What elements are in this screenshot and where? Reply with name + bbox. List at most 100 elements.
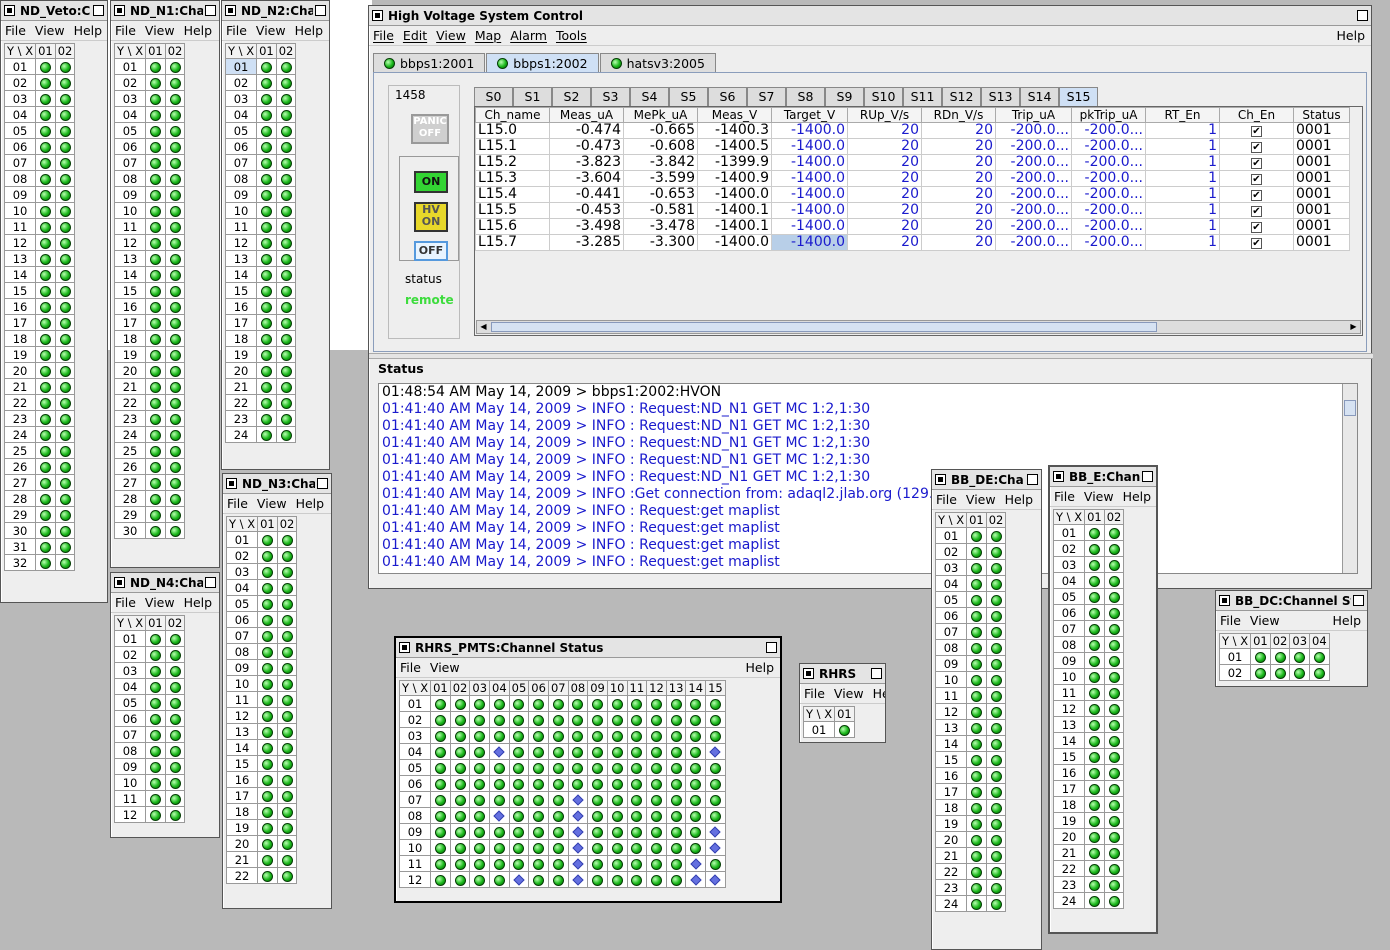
- channel-ok-icon[interactable]: [261, 822, 273, 834]
- grid-row-label[interactable]: 20: [1052, 828, 1086, 845]
- grid-cell[interactable]: [145, 646, 166, 663]
- grid-cell[interactable]: [966, 719, 987, 736]
- grid-cell[interactable]: [469, 807, 491, 824]
- window-menu-icon[interactable]: [225, 5, 236, 16]
- grid-row-label[interactable]: 08: [934, 639, 968, 656]
- channel-ok-icon[interactable]: [149, 665, 161, 677]
- grid-row-label[interactable]: 17: [1052, 780, 1086, 797]
- channel-ok-icon[interactable]: [552, 730, 564, 742]
- grid-cell[interactable]: [276, 819, 298, 836]
- grid-cell[interactable]: [275, 314, 297, 331]
- grid-row-label[interactable]: 02: [1218, 664, 1252, 681]
- grid-cell[interactable]: [35, 346, 56, 363]
- grid-cell[interactable]: [626, 695, 648, 712]
- grid-cell[interactable]: [35, 474, 56, 491]
- channel-ok-icon[interactable]: [280, 189, 292, 201]
- grid-cell[interactable]: [646, 855, 667, 872]
- channel-ok-icon[interactable]: [990, 866, 1002, 878]
- grid-cell[interactable]: [567, 743, 589, 760]
- channel-ok-icon[interactable]: [552, 778, 564, 790]
- hv-window-titlebar[interactable]: High Voltage System Control: [369, 6, 1371, 26]
- grid-cell[interactable]: [489, 711, 510, 728]
- grid-cell[interactable]: [547, 695, 569, 712]
- grid-cell[interactable]: [626, 871, 648, 888]
- channel-ok-icon[interactable]: [474, 874, 486, 886]
- grid-cell[interactable]: [257, 835, 278, 852]
- channel-ok-icon[interactable]: [970, 802, 982, 814]
- channel-warning-icon[interactable]: [709, 746, 722, 758]
- grid-cell[interactable]: [449, 855, 471, 872]
- channel-ok-icon[interactable]: [280, 157, 292, 169]
- channel-ok-icon[interactable]: [1108, 735, 1120, 747]
- cell-pktrip[interactable]: -200.0...: [1071, 218, 1146, 235]
- grid-cell[interactable]: [966, 783, 987, 800]
- grid-cell[interactable]: [145, 662, 166, 679]
- grid-cell[interactable]: [508, 855, 530, 872]
- grid-cell[interactable]: [145, 186, 166, 203]
- channel-ok-icon[interactable]: [709, 698, 721, 710]
- channel-ok-icon[interactable]: [552, 714, 564, 726]
- grid-cell[interactable]: [35, 314, 56, 331]
- grid-cell[interactable]: [606, 743, 628, 760]
- channel-warning-icon[interactable]: [709, 874, 722, 886]
- channel-ok-icon[interactable]: [169, 365, 181, 377]
- grid-cell[interactable]: [35, 122, 56, 139]
- grid-cell[interactable]: [685, 775, 707, 792]
- channel-ok-icon[interactable]: [59, 429, 71, 441]
- channel-ok-icon[interactable]: [169, 413, 181, 425]
- channel-ok-icon[interactable]: [169, 665, 181, 677]
- grid-cell[interactable]: [606, 775, 628, 792]
- grid-cell[interactable]: [257, 675, 278, 692]
- channel-ok-icon[interactable]: [1108, 831, 1120, 843]
- channel-ok-icon[interactable]: [59, 173, 71, 185]
- cell-target_v[interactable]: -1400.0: [771, 154, 848, 171]
- channel-ok-icon[interactable]: [169, 477, 181, 489]
- menu-alarm[interactable]: Alarm: [510, 28, 547, 43]
- grid-cell[interactable]: [469, 839, 491, 856]
- grid-cell[interactable]: [665, 759, 687, 776]
- grid-cell[interactable]: [567, 775, 589, 792]
- grid-cell[interactable]: [430, 727, 451, 744]
- cell-pktrip[interactable]: -200.0...: [1071, 122, 1146, 139]
- grid-cell[interactable]: [646, 759, 667, 776]
- channel-ok-icon[interactable]: [1088, 703, 1100, 715]
- grid-cell[interactable]: [276, 851, 298, 868]
- channel-ok-icon[interactable]: [39, 61, 51, 73]
- grid-cell[interactable]: [256, 314, 277, 331]
- channel-ok-icon[interactable]: [59, 125, 71, 137]
- channel-ok-icon[interactable]: [990, 770, 1002, 782]
- grid-row-label[interactable]: 24: [113, 426, 147, 443]
- channel-ok-icon[interactable]: [169, 745, 181, 757]
- cell-target_v[interactable]: -1400.0: [771, 186, 848, 203]
- channel-ok-icon[interactable]: [650, 746, 662, 758]
- grid-row-label[interactable]: 05: [224, 122, 258, 139]
- channel-ok-icon[interactable]: [970, 594, 982, 606]
- grid-cell[interactable]: [275, 106, 297, 123]
- window-menu-icon[interactable]: [399, 642, 410, 653]
- slot-tab[interactable]: S7: [747, 87, 786, 106]
- grid-row-label[interactable]: 04: [934, 575, 968, 592]
- grid-cell[interactable]: [145, 426, 166, 443]
- channel-ok-icon[interactable]: [260, 365, 272, 377]
- window-menu-icon[interactable]: [803, 668, 814, 679]
- grid-row-label[interactable]: 05: [113, 694, 147, 711]
- channel-ok-icon[interactable]: [280, 269, 292, 281]
- channel-ok-icon[interactable]: [59, 461, 71, 473]
- grid-row-label[interactable]: 07: [934, 623, 968, 640]
- grid-cell[interactable]: [430, 695, 451, 712]
- grid-cell[interactable]: [54, 394, 76, 411]
- grid-cell[interactable]: [257, 595, 278, 612]
- cell-rdn[interactable]: 20: [921, 186, 996, 203]
- nd-n4-window[interactable]: ND_N4:Cha File View Help Y \ X 01 02 01 02 03 04 05…: [110, 572, 220, 838]
- channel-ok-icon[interactable]: [690, 730, 702, 742]
- channel-ok-icon[interactable]: [1294, 667, 1306, 679]
- maximize-icon[interactable]: [315, 5, 326, 16]
- grid-cell[interactable]: [54, 250, 76, 267]
- grid-cell[interactable]: [54, 458, 76, 475]
- grid-cell[interactable]: [256, 410, 277, 427]
- column-header[interactable]: Meas_uA: [549, 107, 624, 123]
- channel-ok-icon[interactable]: [59, 189, 71, 201]
- grid-cell[interactable]: [35, 330, 56, 347]
- cell-trip[interactable]: -200.0...: [995, 122, 1072, 139]
- channel-table-hscrollbar[interactable]: ◀ ▶: [476, 320, 1361, 334]
